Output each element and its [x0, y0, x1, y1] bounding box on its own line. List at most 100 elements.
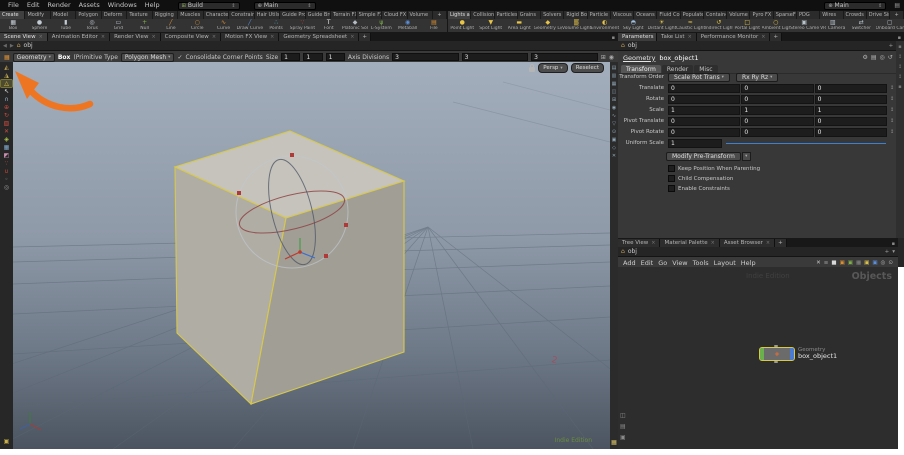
shelf-tool-null[interactable]: + Null: [131, 19, 157, 32]
shading-mode-icon[interactable]: ▥: [612, 73, 617, 79]
shelf-tab[interactable]: Fluid Containers: [657, 11, 680, 19]
axis-divisions-field[interactable]: 3: [392, 53, 459, 61]
add-pane-tab-button[interactable]: +: [775, 239, 787, 247]
parameter-field[interactable]: 1: [815, 106, 887, 115]
shelf-tab[interactable]: Volume: [408, 11, 433, 19]
uniform-scale-slider[interactable]: [726, 139, 886, 148]
right-scene-selector[interactable]: ⊕ Main ⇕: [824, 2, 886, 10]
revert-icon[interactable]: ↺: [888, 54, 893, 61]
shelf-tab[interactable]: Oceans: [634, 11, 657, 19]
shelf-tab[interactable]: Guide Brushes: [306, 11, 331, 19]
select-mode-components-icon[interactable]: ◮: [1, 72, 12, 79]
geometry-node[interactable]: ◈ Geometry box_object1: [759, 347, 837, 361]
pane-tab[interactable]: Geometry Spreadsheet ×: [279, 33, 359, 41]
stepper-icon[interactable]: ⇕: [878, 3, 882, 9]
handles-tool-icon[interactable]: ◈: [1, 136, 12, 143]
normals-icon[interactable]: ◫: [612, 89, 617, 95]
shelf-tab[interactable]: Solvers: [541, 11, 564, 19]
add-pane-tab-button[interactable]: +: [359, 33, 371, 41]
ladder-handle-icon[interactable]: ↕: [888, 85, 896, 91]
network-display-icon[interactable]: ■: [831, 260, 836, 266]
close-icon[interactable]: ×: [212, 34, 216, 40]
network-tools-icon[interactable]: ✕: [816, 260, 821, 266]
parameter-field[interactable]: 0: [668, 84, 740, 93]
pane-tab[interactable]: Composite View ×: [161, 33, 221, 41]
stepper-icon[interactable]: ⇕: [231, 3, 235, 9]
snap-multi-icon[interactable]: ∪: [1, 168, 12, 175]
shelf-tab[interactable]: Guide Process: [280, 11, 305, 19]
shelf-tool-distant-light[interactable]: ☀ Distant Light: [648, 19, 677, 32]
node-name-field[interactable]: box_object1: [659, 54, 698, 62]
parameter-field[interactable]: 1: [741, 106, 813, 115]
menubar-options-icon[interactable]: ▤: [894, 2, 900, 9]
parameter-field[interactable]: 0: [668, 128, 740, 137]
shelf-tab[interactable]: Modify: [25, 11, 50, 19]
camera-display-icon[interactable]: ▣: [612, 137, 617, 143]
axis-divisions-field[interactable]: 3: [462, 53, 529, 61]
viewport[interactable]: ◭◮△↖∩⊕↻▧✕◈▦◩∵∪◦◎ ▣ ▤▥▦◫⊞◉∿▽⊙▣◇✕ ▦: [0, 62, 618, 449]
network-menu-item[interactable]: Help: [741, 259, 756, 267]
shelf-tab[interactable]: PDG: [797, 11, 820, 19]
close-icon[interactable]: ×: [761, 34, 765, 40]
ladder-handle-icon[interactable]: ↕: [888, 118, 896, 124]
add-shelf-tab-button[interactable]: +: [890, 11, 904, 19]
network-menu-item[interactable]: Add: [623, 259, 636, 267]
primitive-type-selector[interactable]: Polygon Mesh ▾: [121, 53, 175, 62]
checkbox[interactable]: [668, 165, 675, 172]
secure-selection-lock-icon[interactable]: ∩: [1, 96, 12, 103]
pane-tab[interactable]: Animation Editor ×: [48, 33, 110, 41]
parameter-edge-icon[interactable]: ↕: [898, 64, 902, 70]
display-options-icon[interactable]: ▤: [612, 65, 617, 71]
pane-tab[interactable]: Motion FX View ×: [221, 33, 279, 41]
pane-tab[interactable]: Tree View ×: [618, 239, 660, 247]
clear-display-icon[interactable]: ✕: [612, 153, 616, 159]
pane-tab[interactable]: Render View ×: [110, 33, 161, 41]
desktop-selector[interactable]: ⊞ Build ⇕: [178, 2, 240, 10]
pane-tab[interactable]: Take List ×: [657, 33, 697, 41]
shelf-tool-portal-light[interactable]: □ Portal Light: [733, 19, 762, 32]
shelf-tool-area-light[interactable]: ▬ Area Light: [505, 19, 534, 32]
parameter-field[interactable]: 0: [741, 117, 813, 126]
pane-menu-icon[interactable]: ▪: [609, 35, 618, 41]
pane-tab[interactable]: Asset Browser ×: [720, 239, 775, 247]
rotate-tool-icon[interactable]: ↻: [1, 112, 12, 119]
network-path[interactable]: obj: [24, 42, 33, 49]
network-canvas[interactable]: Indie Edition Objects ◈ Geometry box_obj…: [618, 267, 898, 449]
network-color-palette-icon[interactable]: ▣: [840, 260, 845, 266]
scale-tool-icon[interactable]: ▧: [1, 120, 12, 127]
shelf-tool-switcher[interactable]: ⇄ Switcher: [847, 19, 876, 32]
close-icon[interactable]: ×: [651, 240, 655, 246]
translate-tool-icon[interactable]: ⊕: [1, 104, 12, 111]
shelf-tab[interactable]: Simple FX: [357, 11, 382, 19]
network-menu-item[interactable]: Layout: [714, 259, 736, 267]
orient-picking-icon[interactable]: ◦: [1, 176, 12, 183]
pane-tab[interactable]: Material Palette ×: [660, 239, 719, 247]
transform-order-selector[interactable]: Scale Rot Trans ▾: [668, 73, 730, 82]
home-icon[interactable]: ⌂: [621, 42, 625, 49]
shelf-tab[interactable]: Particle Fluids: [588, 11, 611, 19]
parameter-edge-icon[interactable]: ▪: [898, 84, 901, 90]
stepper-icon[interactable]: ⇕: [307, 3, 311, 9]
shelf-tab[interactable]: Grains: [518, 11, 541, 19]
view-pivot-icon[interactable]: ◎: [1, 184, 12, 191]
shelf-tab[interactable]: Lights and Cameras: [448, 11, 471, 19]
network-shape-palette-icon[interactable]: ▣: [848, 260, 853, 266]
shelf-tab[interactable]: Container Tools: [704, 11, 727, 19]
uniform-scale-field[interactable]: 1: [668, 139, 722, 148]
group-list-icon[interactable]: ◉: [612, 105, 616, 111]
shelf-tool-points[interactable]: ∴ Points: [263, 19, 289, 32]
shelf-tab[interactable]: Drive Simulation: [867, 11, 890, 19]
parameter-edge-icon[interactable]: ↕: [898, 74, 902, 80]
view-memory-icon[interactable]: ▦: [611, 440, 617, 446]
plus-icon[interactable]: +: [885, 249, 890, 255]
checkbox[interactable]: [668, 185, 675, 192]
node-input-flag[interactable]: [760, 348, 764, 360]
shelf-tab[interactable]: Model: [51, 11, 76, 19]
search-icon[interactable]: ◎: [880, 54, 885, 61]
shelf-tab[interactable]: Crowds: [844, 11, 867, 19]
network-zoom-icon[interactable]: ⊙: [888, 260, 893, 266]
home-icon[interactable]: ⌂: [17, 42, 21, 49]
network-menu-item[interactable]: Go: [658, 259, 667, 267]
close-icon[interactable]: ×: [151, 34, 155, 40]
cone-display-icon[interactable]: ▽: [612, 121, 616, 127]
